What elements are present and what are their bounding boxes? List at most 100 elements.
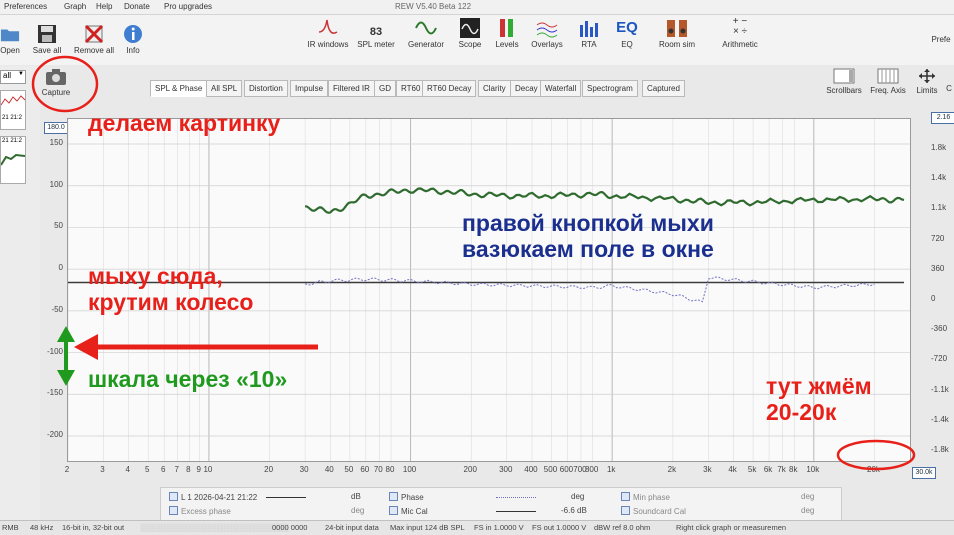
legend-item-soundcard-cal[interactable]: Soundcard Cal	[621, 506, 686, 516]
legend-line-mic-cal	[496, 511, 536, 512]
tab-waterfall[interactable]: Waterfall	[540, 80, 582, 97]
window-title: REW V5.40 Beta 122	[395, 2, 472, 11]
series-line-2	[304, 276, 875, 303]
tab-distortion[interactable]: Distortion	[244, 80, 288, 97]
y-right-tick-label: 1.8k	[931, 143, 947, 152]
room-sim-button[interactable]: Room sim	[655, 17, 699, 49]
menu-help[interactable]: Help	[96, 2, 112, 11]
c-button[interactable]: C	[944, 84, 954, 93]
overlays-icon	[536, 22, 558, 38]
checkbox-icon	[169, 506, 178, 515]
x-tick-label: 5	[144, 465, 150, 474]
x-tick-label: 500	[543, 465, 558, 474]
x-tick-label: 4k	[728, 465, 737, 474]
camera-icon	[46, 69, 66, 85]
capture-button[interactable]: Capture	[38, 68, 74, 106]
menu-donate[interactable]: Donate	[124, 2, 150, 11]
y-right-tick-label: -1.1k	[931, 384, 949, 394]
y-right-limit-box[interactable]: 2.16	[931, 112, 954, 124]
legend-item-excess-phase[interactable]: Excess phase	[169, 506, 231, 516]
freq-axis-button[interactable]: Freq. Axis	[866, 68, 910, 95]
measurement-dropdown[interactable]: all ▼	[0, 70, 26, 84]
arithmetic-button[interactable]: + − × ÷ Arithmetic	[716, 17, 764, 50]
spl-meter-button[interactable]: 83 SPL meter	[355, 17, 397, 49]
tab-rt60[interactable]: RT60	[396, 80, 426, 97]
menu-preferences[interactable]: Preferences	[4, 2, 47, 11]
x-tick-label: 3k	[703, 465, 712, 474]
legend-item-phase[interactable]: Phase	[389, 492, 424, 502]
tab-spl-phase[interactable]: SPL & Phase	[150, 80, 208, 97]
legend-unit-mic-cal: -6.6 dB	[561, 506, 587, 515]
measurement-thumb-2[interactable]: 21 21:2	[0, 136, 26, 184]
left-panel: all ▼ 21 21:2 21 21:2	[0, 66, 40, 520]
status-device-id: 0000 0000	[272, 523, 308, 532]
y-top-limit-box[interactable]: 180.0	[44, 122, 68, 134]
annotation-click-20-20k: тут жмём 20-20к	[766, 373, 872, 426]
rta-button[interactable]: RTA	[574, 17, 604, 49]
ir-windows-button[interactable]: IR windows	[305, 17, 351, 49]
legend-unit-deg-2: deg	[801, 492, 815, 501]
legend-item-min-phase[interactable]: Min phase	[621, 492, 670, 502]
y-left-tick-label: -200	[46, 429, 63, 439]
y-left-tick-label: -150	[46, 388, 63, 398]
generator-button[interactable]: Generator	[403, 17, 449, 49]
y-right-tick-label: 360	[931, 263, 945, 273]
legend-line-spl	[266, 497, 306, 498]
x-tick-label: 40	[324, 465, 334, 474]
tab-decay[interactable]: Decay	[510, 80, 543, 97]
tab-impulse[interactable]: Impulse	[290, 80, 329, 97]
x-tick-label: 8	[186, 465, 191, 474]
rta-icon	[580, 21, 598, 37]
open-button[interactable]: Open	[0, 23, 20, 55]
levels-button[interactable]: Levels	[492, 17, 522, 49]
eq-icon: EQ	[616, 19, 638, 36]
measurement-thumb-1[interactable]: 21 21:2	[0, 90, 26, 130]
x-tick-label: 4	[125, 465, 130, 474]
x-tick-label: 8k	[789, 465, 798, 474]
status-rmb: RMB	[2, 523, 19, 532]
annotation-right-click-drag: правой кнопкой мыхи вазюкаем поле в окне	[462, 210, 714, 263]
legend-item-mic-cal[interactable]: Mic Cal	[389, 506, 428, 516]
tab-gd[interactable]: GD	[374, 80, 396, 97]
save-all-button[interactable]: Save all	[32, 23, 62, 55]
x-tick-label: 1k	[606, 465, 616, 474]
eq-button[interactable]: EQ EQ	[612, 17, 642, 49]
x-tick-label: 200	[463, 465, 477, 474]
x-right-limit-box[interactable]: 30.0k	[912, 467, 936, 479]
tab-rt60-decay[interactable]: RT60 Decay	[422, 80, 477, 97]
preferences-button[interactable]: Prefe	[928, 35, 954, 44]
x-tick-label: 80	[385, 465, 395, 474]
legend-panel: L 1 2026-04-21 21:22 dB Phase deg Min ph…	[160, 487, 842, 521]
info-button[interactable]: Info	[120, 23, 146, 55]
thumb-graph-icon-2	[1, 153, 25, 166]
scrollbars-button[interactable]: Scrollbars	[822, 68, 866, 95]
tab-filtered-ir[interactable]: Filtered IR	[328, 80, 375, 97]
tab-all-spl[interactable]: All SPL	[206, 80, 243, 97]
legend-line-phase	[496, 497, 536, 498]
tab-captured[interactable]: Captured	[642, 80, 685, 97]
status-hint: Right click graph or measuremen	[676, 523, 787, 532]
checkbox-icon	[389, 492, 398, 501]
spl-meter-icon: 83	[369, 26, 383, 38]
x-tick-label: 70	[373, 465, 383, 474]
toolbar: Open Save all Remove all Info IR windows…	[0, 15, 954, 65]
y-left-tick-label: -100	[46, 346, 63, 356]
x-tick-label: 2	[64, 465, 70, 474]
scope-button[interactable]: Scope	[455, 17, 485, 49]
menu-graph[interactable]: Graph	[64, 2, 86, 11]
scrollbars-icon	[833, 68, 855, 84]
legend-item-measurement[interactable]: L 1 2026-04-21 21:22	[169, 492, 257, 502]
tab-clarity[interactable]: Clarity	[478, 80, 511, 97]
scope-icon	[460, 18, 480, 38]
limits-button[interactable]: Limits	[910, 68, 944, 95]
menu-pro-upgrades[interactable]: Pro upgrades	[164, 2, 212, 11]
status-max-input: Max input 124 dB SPL	[390, 523, 465, 532]
overlays-button[interactable]: Overlays	[528, 17, 566, 49]
freq-axis-icon	[877, 68, 899, 84]
remove-all-button[interactable]: Remove all	[72, 23, 116, 55]
tab-spectrogram[interactable]: Spectrogram	[582, 80, 638, 97]
status-dbw-ref: dBW ref 8.0 ohm	[594, 523, 651, 532]
generator-icon	[415, 21, 437, 35]
y-left-tick-label: 150	[49, 138, 63, 148]
x-tick-label: 300	[499, 465, 513, 474]
